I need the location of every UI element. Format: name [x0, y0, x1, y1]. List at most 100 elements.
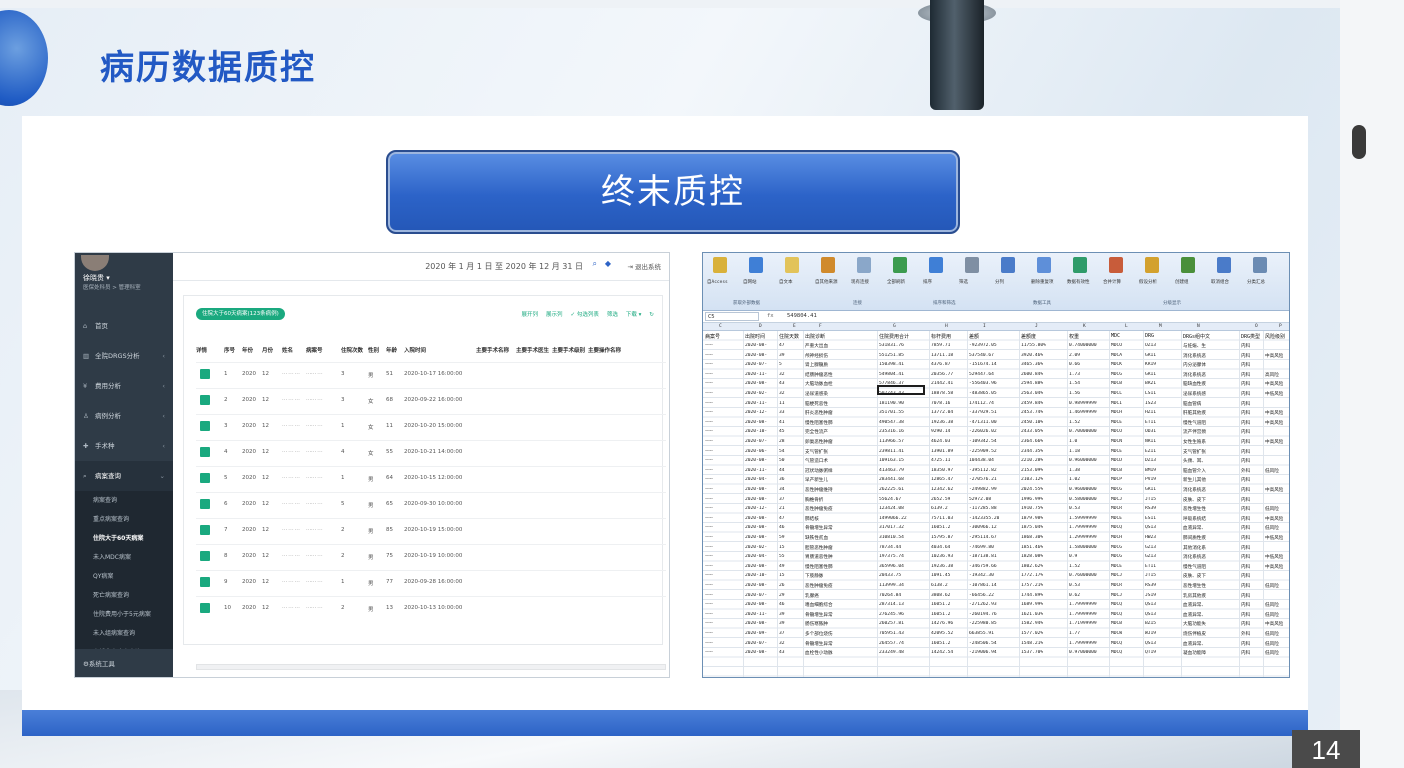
sheet-cell[interactable]: GR11 — [1145, 353, 1156, 358]
sheet-header-cell[interactable]: MDC — [1111, 333, 1120, 339]
sheet-cell[interactable]: ⋯⋯⋯ — [705, 554, 713, 559]
sheet-cell[interactable]: 大脑功能失 — [1183, 621, 1206, 627]
detail-button[interactable] — [200, 369, 210, 379]
sheet-cell[interactable]: 肝炎恶性肿瘤 — [805, 410, 833, 416]
column-letter[interactable]: P — [1279, 324, 1282, 329]
sheet-cell[interactable]: 大脑动脉血栓 — [805, 381, 833, 387]
column-header[interactable]: 住院次数 — [341, 346, 363, 354]
sheet-cell[interactable]: 55624.67 — [879, 497, 901, 502]
sheet-cell[interactable]: 血液异常、 — [1183, 602, 1206, 608]
sheet-cell[interactable]: ET11 — [1145, 420, 1156, 425]
sheet-cell[interactable]: ⋯⋯⋯ — [705, 353, 713, 358]
sheet-cell[interactable]: 15 — [779, 573, 785, 578]
sheet-cell[interactable]: 13772.04 — [931, 410, 953, 415]
sheet-cell[interactable]: 消化系统恶 — [1183, 487, 1206, 493]
sheet-cell[interactable]: LS11 — [1145, 391, 1156, 396]
sheet-cell[interactable]: BM19 — [1145, 468, 1156, 473]
sheet-cell[interactable]: MDCJ — [1111, 593, 1122, 598]
sheet-header-cell[interactable]: 差额度 — [1021, 333, 1036, 340]
sheet-cell[interactable]: 104438.04 — [969, 458, 994, 463]
sheet-cell[interactable]: 内科 — [1241, 497, 1250, 503]
sheet-cell[interactable]: 531831.76 — [879, 343, 904, 348]
detail-button[interactable] — [200, 473, 210, 483]
refresh-icon[interactable]: ↻ — [649, 312, 654, 318]
sheet-cell[interactable]: 中低风险 — [1265, 391, 1283, 397]
sheet-cell[interactable]: 20433.75 — [879, 573, 901, 578]
sheet-cell[interactable]: 1689.99% — [1021, 602, 1043, 607]
column-letter[interactable]: O — [1255, 324, 1258, 329]
sheet-cell[interactable]: 新生儿其他 — [1183, 477, 1206, 483]
sheet-cell[interactable]: 脑梗死恶性 — [805, 401, 828, 407]
sheet-row[interactable]: ⋯⋯⋯ 2020-12- 33 肝炎恶性肿瘤 351701.55 13772.04 -337… — [705, 409, 1289, 418]
scroll-indicator[interactable] — [1352, 125, 1366, 159]
sheet-cell[interactable]: -117285.88 — [969, 506, 997, 511]
search-icon[interactable]: ⌕ — [593, 259, 597, 269]
sheet-cell[interactable]: GR11 — [1145, 372, 1156, 377]
sheet-header-cell[interactable]: 标杆费用 — [931, 333, 951, 340]
sheet-cell[interactable]: -219006.94 — [969, 650, 997, 655]
sheet-cell[interactable]: MDCG — [1111, 554, 1122, 559]
sheet-cell[interactable]: MDCB — [1111, 621, 1122, 626]
sheet-cell[interactable]: ⋯⋯⋯ — [705, 343, 713, 348]
sheet-header-cell[interactable]: 差额 — [969, 333, 979, 340]
sheet-cell[interactable]: 肾上腺髓质 — [805, 362, 828, 368]
sheet-cell[interactable]: -395112.82 — [969, 468, 997, 473]
sheet-cell[interactable]: 16051.2 — [931, 641, 950, 646]
sheet-cell[interactable]: 44 — [779, 468, 785, 473]
sheet-cell[interactable]: ⋯⋯⋯ — [705, 525, 713, 530]
sheet-cell[interactable]: 中高风险 — [1265, 516, 1283, 522]
sheet-cell[interactable]: HW23 — [1145, 535, 1156, 540]
sheet-cell[interactable]: 胸椎骨折 — [805, 497, 823, 503]
sheet-header-cell[interactable]: 住院天数 — [779, 333, 799, 340]
sheet-cell[interactable]: 12865.47 — [931, 477, 953, 482]
sheet-cell[interactable]: 287314.13 — [879, 602, 904, 607]
sheet-cell[interactable]: 2020-08- — [745, 458, 767, 463]
sheet-cell[interactable]: 18878.58 — [931, 391, 953, 396]
detail-button[interactable] — [200, 577, 210, 587]
sheet-cell[interactable]: 2020-08- — [745, 353, 767, 358]
sheet-cell[interactable]: 1499066.22 — [879, 516, 907, 521]
sheet-cell[interactable]: 33 — [779, 410, 785, 415]
sheet-cell[interactable]: 低风险 — [1265, 525, 1279, 531]
sheet-cell[interactable]: RS39 — [1145, 583, 1156, 588]
sheet-cell[interactable]: 早产新生儿 — [805, 477, 828, 483]
sheet-cell[interactable]: 4725.11 — [931, 458, 950, 463]
sheet-cell[interactable]: 1875.04% — [1021, 525, 1043, 530]
column-letter[interactable]: C — [719, 324, 722, 329]
sheet-cell[interactable]: ⋯⋯⋯ — [705, 641, 713, 646]
column-header[interactable]: 主要操作名称 — [588, 346, 621, 354]
sheet-cell[interactable]: QT19 — [1145, 650, 1156, 655]
sheet-cell[interactable]: 骨髓增生异常 — [805, 612, 833, 618]
sheet-cell[interactable]: MDCQ — [1111, 525, 1122, 530]
sheet-cell[interactable]: QS13 — [1145, 641, 1156, 646]
sheet-cell[interactable]: 1537.70% — [1021, 650, 1043, 655]
sheet-cell[interactable]: 2020-08- — [745, 621, 767, 626]
sheet-header-cell[interactable]: DRG类型 — [1241, 333, 1260, 340]
sheet-row[interactable]: ⋯⋯⋯ 2020-08- 43 大脑动脉血栓 577846.37 21442.41 -556… — [705, 380, 1289, 389]
sheet-cell[interactable]: 41 — [779, 420, 785, 425]
sheet-cell[interactable]: 1.79999999 — [1069, 612, 1097, 617]
sheet-cell[interactable]: 2.09 — [1069, 353, 1080, 358]
sheet-cell[interactable]: 1.52 — [1069, 564, 1080, 569]
sheet-cell[interactable]: 内科 — [1241, 410, 1250, 416]
sidebar-item[interactable]: ▥ 全院DRGS分析 ‹ — [75, 341, 173, 371]
sheet-cell[interactable]: MDCE — [1111, 449, 1122, 454]
sheet-cell[interactable]: ⋯⋯⋯ — [705, 564, 713, 569]
sheet-cell[interactable]: MDCO — [1111, 343, 1122, 348]
sheet-cell[interactable]: ⋯⋯⋯ — [705, 410, 713, 415]
sheet-cell[interactable]: 5 — [779, 362, 782, 367]
sheet-cell[interactable]: 2344.35% — [1021, 449, 1043, 454]
table-row[interactable]: 3 2020 12 1 女 11 2020-10-20 15:00:00 ⋯ ⋯ ⋯ ⋯⋯ ⋯ — [196, 414, 666, 438]
sheet-cell[interactable]: -1423355.20 — [969, 516, 999, 521]
sheet-cell[interactable]: 胃肠道恶性肿 — [805, 554, 833, 560]
sheet-cell[interactable]: ⋯⋯⋯ — [705, 573, 713, 578]
sheet-cell[interactable]: 0.76000000 — [1069, 573, 1097, 578]
sheet-cell[interactable]: 1.79999999 — [1069, 525, 1097, 530]
column-letter[interactable]: F — [819, 324, 822, 329]
sheet-cell[interactable]: MDCK — [1111, 362, 1122, 367]
sheet-cell[interactable]: 低风险 — [1265, 583, 1279, 589]
sheet-cell[interactable]: 52972.08 — [969, 497, 991, 502]
sheet-cell[interactable]: 内科 — [1241, 602, 1250, 608]
sheet-row[interactable]: ⋯⋯⋯ 2020-08- 46 骨髓增生异常 317017.32 16051.2 -3009… — [705, 524, 1289, 533]
sheet-cell[interactable]: 70264.84 — [879, 593, 901, 598]
